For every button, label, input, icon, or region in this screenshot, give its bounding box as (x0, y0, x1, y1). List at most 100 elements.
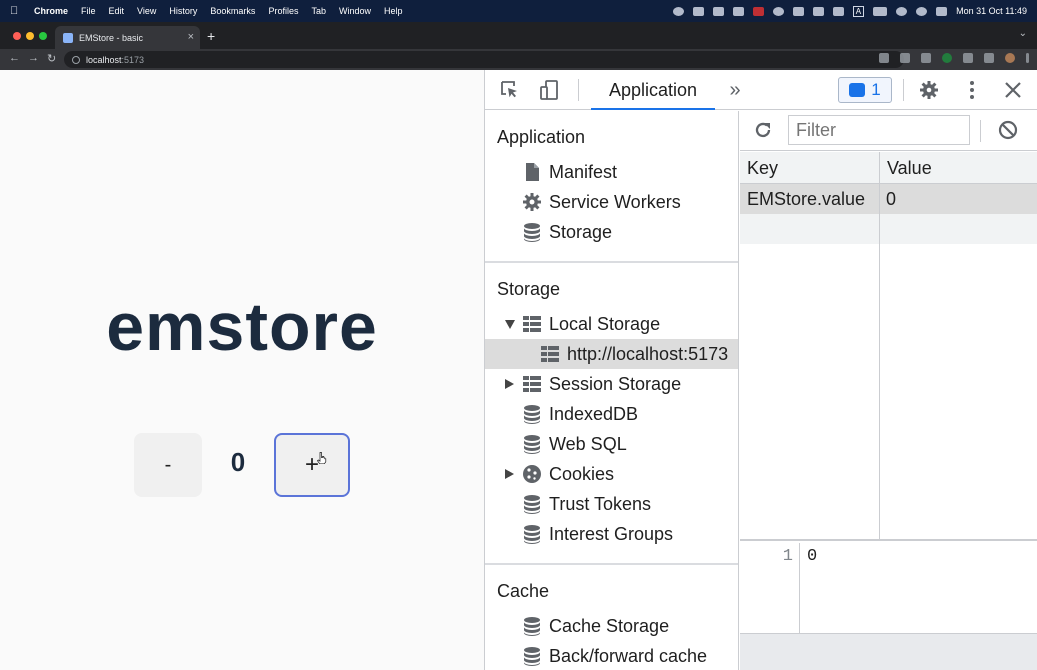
input-source-indicator[interactable]: A (852, 5, 865, 17)
new-tab-button[interactable]: + (207, 28, 215, 44)
close-devtools-icon[interactable] (1003, 80, 1023, 100)
devtools-toolbar: Application » 1 (485, 70, 1037, 110)
clock[interactable]: Mon 31 Oct 11:49 (956, 6, 1027, 16)
messages-badge[interactable]: 1 (838, 77, 892, 103)
menu-file[interactable]: File (81, 6, 96, 16)
preview-value[interactable]: 0 (807, 547, 817, 566)
sidebar-item-bfcache[interactable]: Back/forward cache (485, 641, 738, 670)
sidebar-item-cache-storage[interactable]: Cache Storage (485, 611, 738, 641)
share-icon[interactable] (900, 53, 910, 63)
inspect-element-icon[interactable] (500, 80, 520, 100)
menu-history[interactable]: History (169, 6, 197, 16)
database-icon (524, 525, 540, 544)
sidebar-item-label: IndexedDB (549, 404, 639, 424)
docker-icon[interactable] (712, 6, 724, 16)
sidebar-item-local-storage-origin[interactable]: http://localhost:5173 (485, 339, 738, 369)
grammarly-icon[interactable] (942, 53, 952, 63)
reload-icon[interactable]: ↻ (47, 52, 56, 65)
drop-icon[interactable] (732, 6, 744, 16)
address-bar[interactable]: localhost :5173 (64, 51, 904, 68)
sidebar-item-interest-groups[interactable]: Interest Groups (485, 519, 738, 549)
collapsed-arrow-icon[interactable] (505, 379, 514, 389)
screen-icon[interactable] (792, 6, 804, 16)
sidebar-item-cookies[interactable]: Cookies (485, 459, 738, 489)
sidebar-item-label: Local Storage (549, 314, 661, 334)
menu-bookmarks[interactable]: Bookmarks (210, 6, 255, 16)
tab-application[interactable]: Application (591, 70, 715, 110)
menu-tab[interactable]: Tab (311, 6, 326, 16)
sidebar-item-local-storage[interactable]: Local Storage (485, 309, 738, 339)
close-tab-icon[interactable]: × (188, 31, 194, 43)
table-grid-icon (523, 316, 541, 332)
settings-gear-icon[interactable] (919, 80, 939, 100)
status-area: A Mon 31 Oct 11:49 (672, 0, 1027, 22)
spotlight-search-icon[interactable] (916, 6, 928, 16)
minimize-window-button[interactable] (26, 32, 34, 40)
zoom-window-button[interactable] (39, 32, 47, 40)
extensions-icon[interactable] (963, 53, 973, 63)
customize-menu-icon[interactable] (962, 80, 982, 100)
menu-help[interactable]: Help (384, 6, 403, 16)
menu-window[interactable]: Window (339, 6, 371, 16)
table-row-empty[interactable] (740, 214, 1037, 244)
collapsed-arrow-icon[interactable] (505, 469, 514, 479)
increment-button[interactable]: + (274, 433, 350, 497)
gear-icon (523, 193, 541, 211)
sidebar-item-indexeddb[interactable]: IndexedDB (485, 399, 738, 429)
sidebar-item-trust-tokens[interactable]: Trust Tokens (485, 489, 738, 519)
browser-tab[interactable]: EMStore - basic × (55, 26, 200, 49)
url-port: :5173 (121, 54, 145, 65)
menu-edit[interactable]: Edit (109, 6, 125, 16)
bookmark-star-icon[interactable] (921, 53, 931, 63)
wifi-icon[interactable] (896, 6, 908, 16)
clear-all-icon[interactable] (998, 120, 1018, 140)
table-row[interactable]: EMStore.value 0 (740, 184, 1037, 214)
back-icon[interactable]: ← (9, 52, 20, 64)
column-header-key[interactable]: Key (740, 152, 879, 184)
record-icon[interactable] (672, 6, 684, 16)
sidebar-item-label: Session Storage (549, 374, 682, 394)
filter-input[interactable] (788, 115, 970, 145)
menu-profiles[interactable]: Profiles (268, 6, 298, 16)
device-toolbar-icon[interactable] (539, 80, 559, 100)
sidebar-item-label: Trust Tokens (549, 494, 652, 514)
menu-view[interactable]: View (137, 6, 156, 16)
sidebar-item-label: Interest Groups (549, 524, 674, 544)
volume-icon[interactable] (832, 6, 844, 16)
column-divider (879, 152, 880, 539)
sidebar-item-session-storage[interactable]: Session Storage (485, 369, 738, 399)
cloud-icon[interactable] (692, 6, 704, 16)
forward-icon[interactable]: → (28, 52, 39, 64)
section-application-header: Application (497, 127, 586, 147)
sidebar-item-web-sql[interactable]: Web SQL (485, 429, 738, 459)
control-center-icon[interactable] (936, 6, 948, 16)
bluetooth-icon[interactable] (812, 6, 824, 16)
menu-app-name[interactable]: Chrome (34, 6, 68, 16)
toolbar-icons (879, 53, 1029, 63)
app-icon[interactable] (752, 6, 764, 16)
sidebar-item-manifest[interactable]: Manifest (485, 157, 738, 187)
site-info-icon[interactable] (72, 55, 80, 64)
storage-toolbar (740, 111, 1037, 151)
close-window-button[interactable] (13, 32, 21, 40)
more-tabs-icon[interactable]: » (725, 80, 745, 100)
chrome-menu-icon[interactable] (1026, 53, 1029, 63)
column-header-value[interactable]: Value (880, 152, 1037, 184)
profile-avatar[interactable] (1005, 53, 1015, 63)
document-icon (526, 163, 539, 181)
battery-icon[interactable] (873, 6, 888, 16)
zoom-icon[interactable] (879, 53, 889, 63)
sidebar-item-label: Cache Storage (549, 616, 670, 636)
sidebar-item-service-workers[interactable]: Service Workers (485, 187, 738, 217)
sidebar-item-label: http://localhost:5173 (567, 344, 729, 364)
refresh-icon[interactable] (753, 120, 773, 140)
sync-icon[interactable] (772, 6, 784, 16)
side-panel-icon[interactable] (984, 53, 994, 63)
tab-search-icon[interactable]: ⌄ (1019, 28, 1027, 39)
decrement-button[interactable]: - (134, 433, 202, 497)
expanded-arrow-icon[interactable] (505, 320, 515, 329)
database-icon (524, 617, 540, 636)
sidebar-item-label: Web SQL (549, 434, 627, 454)
apple-icon[interactable]:  (10, 5, 22, 17)
sidebar-item-storage[interactable]: Storage (485, 217, 738, 247)
